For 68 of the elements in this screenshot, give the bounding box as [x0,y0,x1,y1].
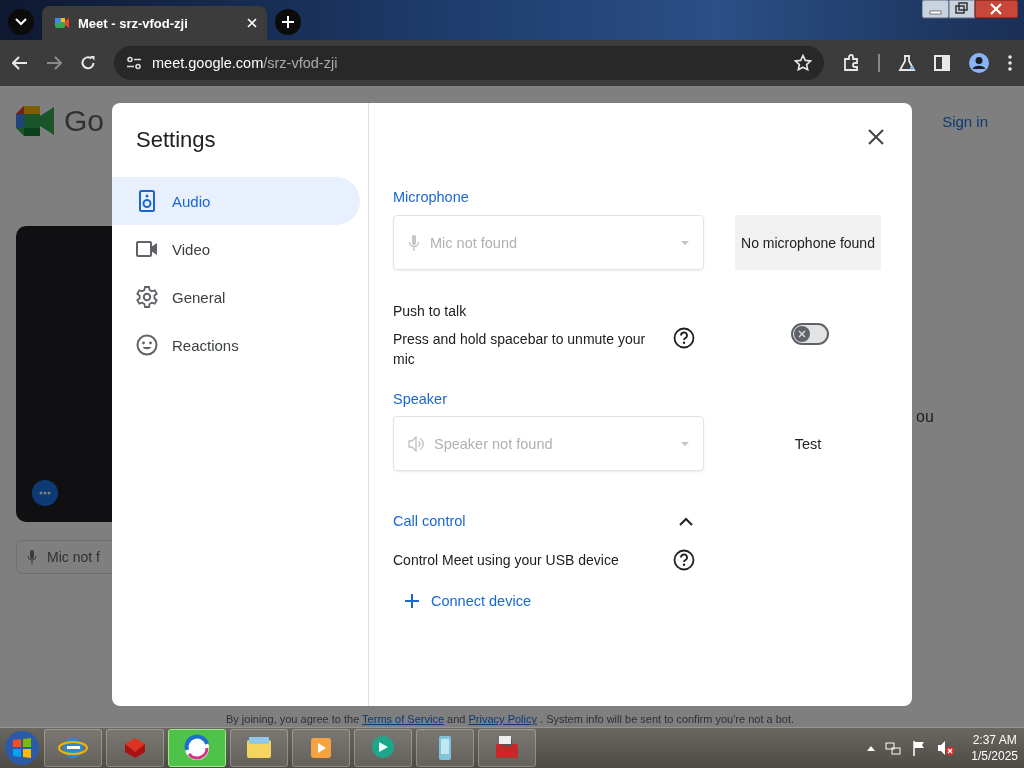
plus-icon [405,594,419,608]
microphone-status: No microphone found [735,215,881,270]
terms-link[interactable]: Terms of Service [362,713,445,725]
settings-nav-item[interactable]: Audio [112,177,360,225]
clock-date: 1/5/2025 [971,748,1018,764]
meet-logo-icon [16,106,54,136]
help-icon[interactable] [673,327,695,349]
network-icon[interactable] [885,740,902,756]
settings-nav-item[interactable]: General [112,273,360,321]
forward-arrow-icon[interactable] [46,56,62,70]
x-icon [798,330,806,338]
menu-icon[interactable] [1008,55,1012,71]
settings-nav-item[interactable]: Video [112,225,360,273]
toolbar-divider-icon [878,54,880,72]
page-text: ou [916,408,934,425]
more-dots-icon [39,491,51,495]
settings-icon [136,286,158,308]
setting-description: Press and hold spacebar to unmute your mic [393,330,647,369]
setting-title: Push to talk [393,303,468,319]
close-icon [868,129,884,145]
puzzle-piece-icon[interactable] [842,54,860,72]
dropdown-arrow-icon [681,240,689,245]
settings-nav-item[interactable]: Reactions [112,321,360,369]
taskbar-app-button[interactable] [168,729,226,767]
browser-tab[interactable]: Meet - srz-vfod-zji [42,6,267,40]
address-bar[interactable]: meet.google.com/srz-vfod-zji [114,46,824,80]
terms-notice: By joining, you agree to the Terms of Service and Privacy Policy . System info will be sent to confirm you're not a bot. [224,713,796,727]
section-heading: Speaker [393,391,448,407]
speaker-icon [136,190,158,212]
tab-title: Meet - srz-vfod-zji [78,15,189,31]
site-info-icon[interactable] [126,56,142,70]
clock-time: 2:37 AM [972,732,1017,748]
sign-in-link[interactable]: Sign in [942,112,988,130]
microphone-icon [27,550,37,564]
connect-device-button[interactable]: Connect device [393,593,531,609]
speaker-icon [408,435,424,452]
meet-logo-icon [54,15,70,31]
push-to-talk-toggle[interactable] [791,323,829,345]
side-panel-icon[interactable] [934,55,950,71]
test-button[interactable]: Test [735,416,881,471]
window-controls-icon[interactable] [922,0,1018,20]
flask-icon[interactable] [898,54,916,72]
show-hidden-icons-icon[interactable] [867,745,876,751]
video-camera-icon [136,238,158,260]
dialog-title: Settings [136,127,217,153]
terms-link[interactable]: Privacy Policy [468,713,537,725]
more-options-button[interactable] [32,480,58,506]
profile-avatar-icon[interactable] [968,52,990,74]
tab-search-button[interactable] [8,9,34,35]
help-icon[interactable] [673,549,695,571]
volume-muted-icon[interactable] [937,740,956,756]
microphone-icon [408,234,420,251]
close-icon[interactable] [247,18,257,28]
section-heading: Call control [393,513,466,529]
reload-icon[interactable] [80,55,96,71]
new-tab-button[interactable] [275,9,301,35]
plus-icon [282,16,294,28]
section-heading: Microphone [393,189,470,205]
url-text: meet.google.com/srz-vfod-zji [152,55,339,71]
star-icon[interactable] [794,54,812,72]
start-button-icon[interactable] [4,730,40,766]
chevron-down-icon [15,18,27,26]
chevron-up-icon[interactable] [679,516,693,526]
smiley-face-icon [136,334,158,356]
dropdown-arrow-icon [681,441,689,446]
logo-text: Go [64,104,105,138]
back-arrow-icon[interactable] [12,56,28,70]
setting-description: Control Meet using your USB device [393,551,619,570]
